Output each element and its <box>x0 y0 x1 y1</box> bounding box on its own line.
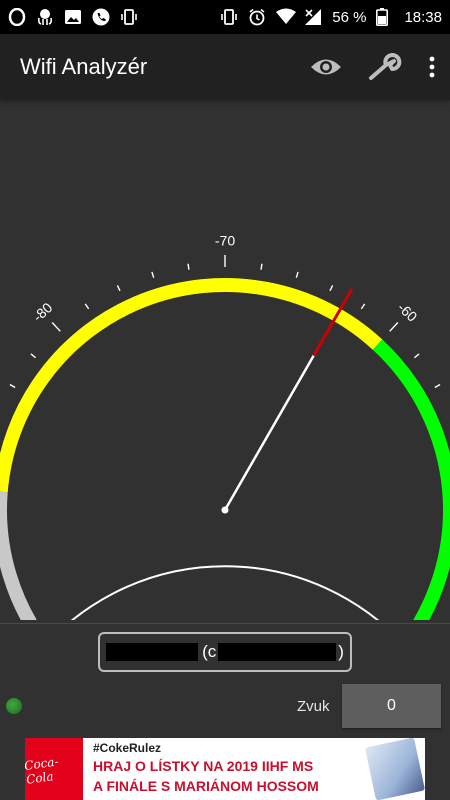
network-name-box[interactable]: (c ) <box>98 632 352 672</box>
status-led <box>6 698 22 714</box>
meter-tick <box>116 285 121 292</box>
redacted-text <box>106 643 199 661</box>
sound-label: Zvuk <box>297 698 330 715</box>
meter-tick <box>30 353 37 359</box>
wrench-icon[interactable] <box>368 53 402 81</box>
meter-ticks <box>9 255 441 620</box>
octopus-icon <box>36 8 54 26</box>
needle-pivot <box>221 506 229 514</box>
battery-icon <box>376 8 394 26</box>
meter-scale-label: -80 <box>30 299 56 325</box>
meter-zone <box>0 278 383 493</box>
meter-tick <box>151 271 155 278</box>
meter-tick <box>84 303 90 310</box>
redacted-text <box>218 643 337 661</box>
signal-icon <box>304 8 322 26</box>
meter-tick <box>295 271 299 278</box>
eye-icon[interactable] <box>310 56 342 78</box>
status-bar: 56 % 18:38 <box>0 0 450 34</box>
sound-value: 0 <box>387 697 396 714</box>
ad-brand: Coca-Cola <box>25 754 60 787</box>
meter-tick <box>434 383 441 389</box>
ticket-image <box>364 738 425 800</box>
ad-headline-1: HRAJ O LÍSTKY NA 2019 IIHF MS <box>93 758 314 774</box>
network-name-visible: (c <box>202 642 217 661</box>
meter-scale-label: -70 <box>215 233 235 249</box>
needle-white <box>223 355 315 511</box>
meter-needle <box>223 288 354 511</box>
meter-zone <box>0 491 37 620</box>
ad-hashtag: #CokeRulez <box>93 741 162 755</box>
meter-tick <box>9 383 16 389</box>
meter-scale-label: -60 <box>395 299 421 325</box>
meter-tick <box>260 263 263 270</box>
meter-tick <box>389 322 399 332</box>
alarm-icon <box>248 8 266 26</box>
meter-tick <box>187 263 190 270</box>
meter-tick <box>360 303 366 310</box>
network-name-closing: ) <box>338 642 344 661</box>
signal-meter: -100-90-80-70-60-50-40 dBm <box>0 233 450 620</box>
clock: 18:38 <box>404 8 442 26</box>
meter-zone <box>372 339 450 620</box>
more-vert-icon[interactable] <box>428 56 436 78</box>
coca-cola-logo: Coca-Cola <box>25 738 83 800</box>
divider <box>0 623 450 624</box>
meter-zones <box>0 278 450 620</box>
meter-tick <box>51 322 61 332</box>
image-icon <box>64 8 82 26</box>
vibrate-icon <box>120 8 138 26</box>
ad-headline-2: A FINÁLE S MARIÁNOM HOSSOM <box>93 778 319 794</box>
battery-percent: 56 % <box>332 8 367 26</box>
app-title: Wifi Analyzér <box>20 54 148 79</box>
meter-arc <box>71 565 379 620</box>
opera-icon <box>8 7 26 27</box>
app-bar: Wifi Analyzér <box>0 34 450 100</box>
phone-icon <box>92 8 110 26</box>
meter-tick <box>413 353 420 359</box>
wifi-icon <box>276 8 297 26</box>
ad-banner[interactable]: Coca-Cola #CokeRulez HRAJ O LÍSTKY NA 20… <box>25 738 425 800</box>
meter-tick <box>329 285 334 292</box>
sound-toggle-button[interactable]: 0 <box>342 684 441 728</box>
vibrate-icon <box>220 8 238 26</box>
